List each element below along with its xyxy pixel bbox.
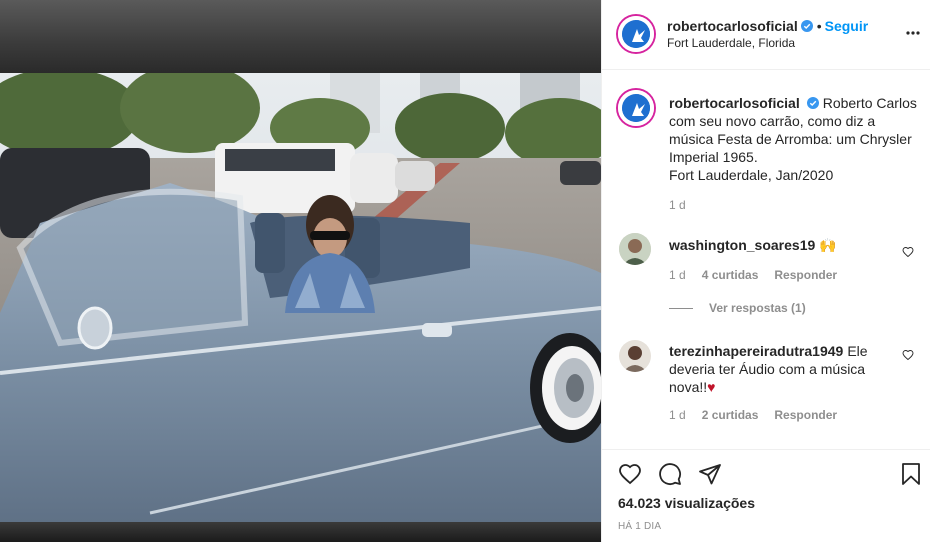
post-side-panel: robertocarlosoficial • Seguir Fort Lauderd… (601, 0, 930, 542)
caption-line: música Festa de Arromba: um Chrysler (669, 131, 912, 147)
comment-meta: 1 d 2 curtidas Responder (669, 408, 853, 422)
share-icon[interactable] (698, 462, 722, 486)
post-timestamp[interactable]: HÁ 1 DIA (618, 521, 661, 532)
comment-like-heart-icon[interactable] (902, 349, 914, 361)
star-logo-icon (622, 94, 650, 122)
caption-line: Roberto Carlos (822, 95, 917, 111)
comment-likes[interactable]: 2 curtidas (702, 408, 759, 422)
reply-button[interactable]: Responder (774, 268, 837, 282)
caption-age[interactable]: 1 d (669, 198, 686, 212)
comment-text: deveria ter Áudio com a música (669, 361, 866, 377)
person-avatar-icon (619, 233, 651, 265)
comment-icon[interactable] (658, 462, 682, 486)
more-options-icon[interactable] (905, 25, 921, 41)
post-video-frame[interactable] (0, 73, 601, 522)
caption-username[interactable]: robertocarlosoficial (669, 95, 800, 111)
heart-icon[interactable] (618, 462, 642, 486)
view-replies[interactable]: Ver respostas (1) (669, 301, 806, 315)
post-actions: 64.023 visualizações HÁ 1 DIA (602, 449, 930, 542)
comment-age[interactable]: 1 d (669, 268, 686, 282)
view-replies-line (669, 307, 693, 309)
person-avatar-icon (619, 340, 651, 372)
car-photo-illustration (0, 73, 601, 522)
caption-meta: 1 d (669, 198, 702, 212)
comment-text: 🙌 (819, 237, 837, 253)
comment-body: washington_soares19 🙌 (669, 236, 837, 254)
comment-like-heart-icon[interactable] (902, 246, 914, 258)
comment-text: nova!! (669, 379, 708, 395)
separator-dot: • (816, 18, 822, 34)
post-header: robertocarlosoficial • Seguir Fort Lauderd… (602, 0, 930, 70)
media-blur-bottom (0, 522, 601, 542)
verified-badge-icon (806, 97, 819, 109)
comment-username[interactable]: washington_soares19 (669, 237, 815, 253)
author-avatar[interactable] (618, 16, 654, 52)
comments-section: robertocarlosoficial Roberto Carlos com s… (602, 70, 930, 450)
post-location[interactable]: Fort Lauderdale, Florida (667, 36, 795, 50)
post-media[interactable] (0, 0, 601, 542)
comment-body: terezinhapereiradutra1949 Ele deveria ter… (669, 342, 909, 396)
caption-line: Imperial 1965. (669, 149, 758, 165)
media-blur-top (0, 0, 601, 73)
caption-line: com seu novo carrão, como diz a (669, 113, 876, 129)
reply-button[interactable]: Responder (774, 408, 837, 422)
caption-line: Fort Lauderdale, Jan/2020 (669, 167, 834, 183)
star-logo-icon (622, 20, 650, 48)
comment-age[interactable]: 1 d (669, 408, 686, 422)
heart-emoji-icon: ♥ (707, 379, 716, 395)
comment-meta: 1 d 4 curtidas Responder (669, 268, 853, 282)
post-caption: robertocarlosoficial Roberto Carlos com s… (669, 94, 919, 184)
commenter-avatar[interactable] (619, 233, 651, 265)
bookmark-icon[interactable] (899, 462, 923, 486)
commenter-avatar[interactable] (619, 340, 651, 372)
comment-text: Ele (847, 343, 868, 359)
view-replies-label[interactable]: Ver respostas (1) (709, 301, 806, 315)
views-count[interactable]: 64.023 visualizações (618, 495, 755, 511)
verified-badge-icon (800, 20, 813, 32)
follow-button[interactable]: Seguir (825, 18, 869, 34)
author-username[interactable]: robertocarlosoficial (667, 18, 798, 34)
comment-username[interactable]: terezinhapereiradutra1949 (669, 343, 843, 359)
comment-likes[interactable]: 4 curtidas (702, 268, 759, 282)
caption-avatar[interactable] (618, 90, 654, 126)
